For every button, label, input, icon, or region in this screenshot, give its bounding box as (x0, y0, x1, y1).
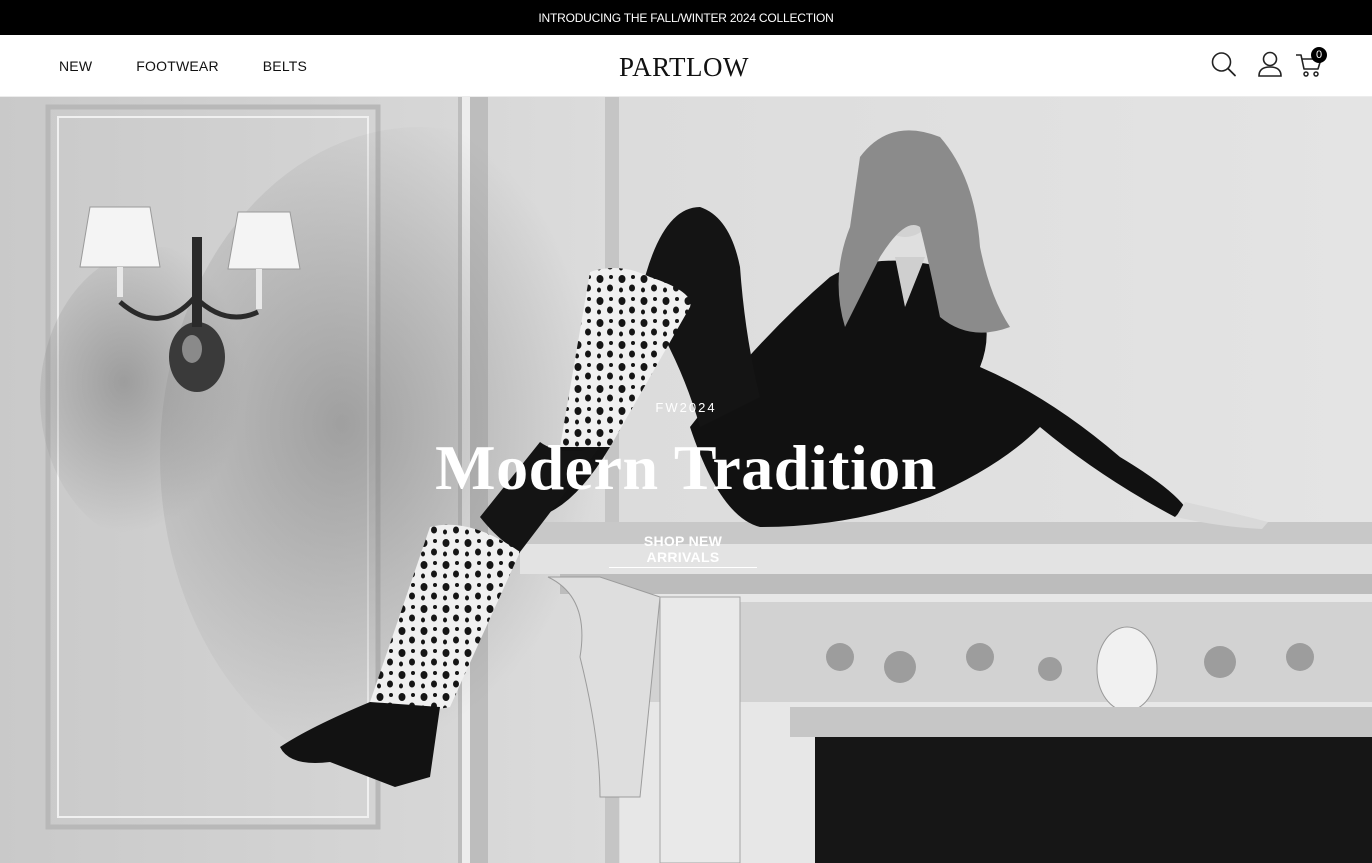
brand-logo[interactable]: PARTLOW (609, 51, 759, 83)
site-header: NEW FOOTWEAR BELTS PARTLOW 0 (0, 35, 1372, 97)
announcement-text: INTRODUCING THE FALL/WINTER 2024 COLLECT… (538, 10, 834, 25)
announcement-bar: INTRODUCING THE FALL/WINTER 2024 COLLECT… (0, 0, 1372, 35)
hero-eyebrow: FW2024 (655, 400, 717, 415)
hero-title: Modern Tradition (435, 432, 937, 503)
search-icon[interactable] (1209, 49, 1239, 79)
cart-count-badge: 0 (1311, 47, 1327, 63)
nav-link-footwear[interactable]: FOOTWEAR (136, 58, 218, 74)
nav-link-new[interactable]: NEW (59, 58, 92, 74)
hero-banner[interactable]: FW2024 Modern Tradition SHOP NEW ARRIVAL… (0, 97, 1372, 863)
account-icon[interactable] (1255, 49, 1285, 79)
main-nav: NEW FOOTWEAR BELTS (59, 35, 351, 97)
shop-new-arrivals-link[interactable]: SHOP NEW ARRIVALS (609, 533, 757, 568)
nav-link-belts[interactable]: BELTS (263, 58, 307, 74)
